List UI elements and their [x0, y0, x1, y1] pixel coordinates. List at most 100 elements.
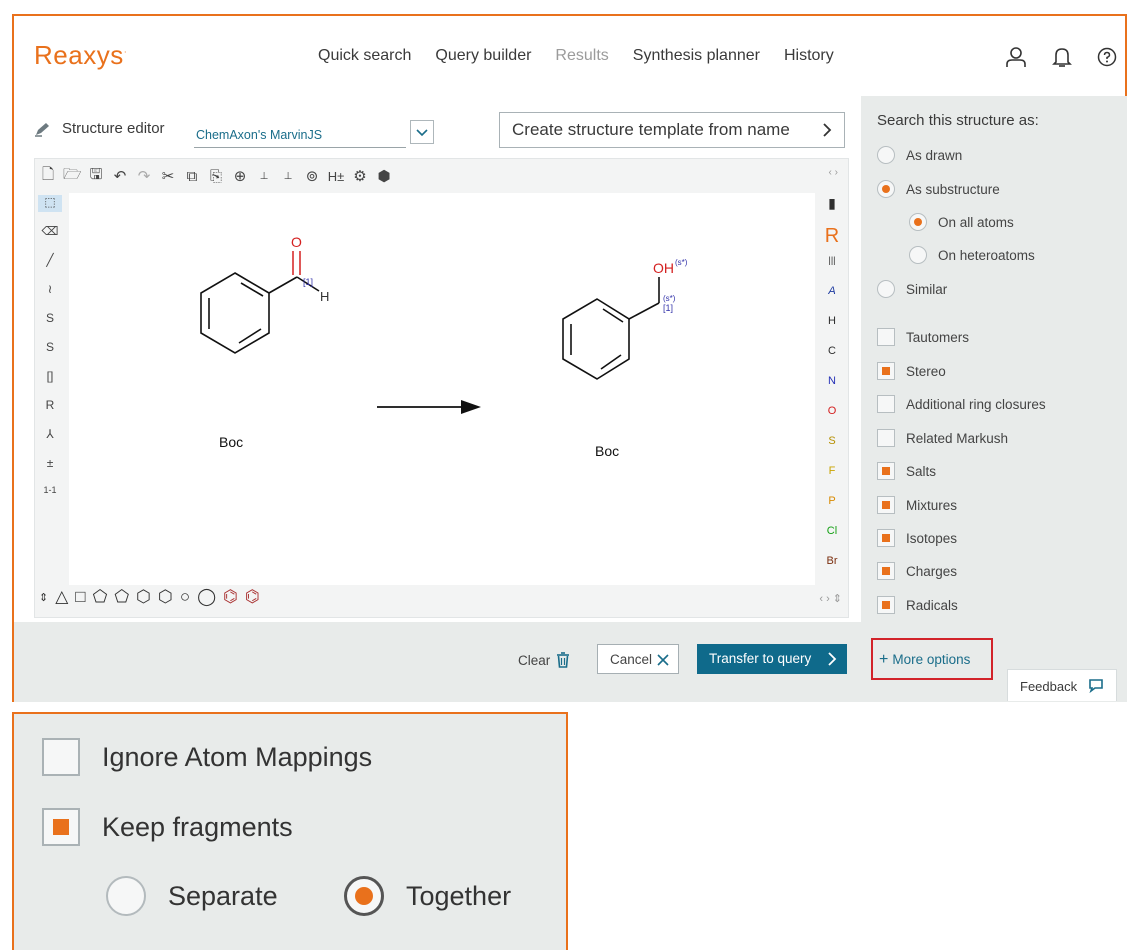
open-folder-icon[interactable]: 🗁: [63, 164, 82, 189]
option-tautomers[interactable]: Tautomers: [877, 328, 969, 346]
option-related-markush[interactable]: Related Markush: [877, 429, 1008, 447]
cyclopentadiene-icon[interactable]: ⬠: [114, 587, 129, 607]
save-icon[interactable]: 🖫: [87, 164, 105, 189]
option-isotopes[interactable]: Isotopes: [877, 529, 957, 547]
user-icon[interactable]: [1005, 46, 1027, 68]
radicals-checkbox[interactable]: [877, 596, 895, 614]
option-on-all-atoms[interactable]: On all atoms: [909, 213, 1014, 231]
element-button[interactable]: Cl: [827, 525, 837, 544]
salts-checkbox[interactable]: [877, 462, 895, 480]
option-as-substructure[interactable]: As substructure: [877, 180, 1000, 198]
stereo-checkbox[interactable]: [877, 362, 895, 380]
similar-radio[interactable]: [877, 280, 895, 298]
rgroup-tool-icon[interactable]: R: [46, 398, 55, 415]
chevron-down-icon[interactable]: [410, 120, 434, 144]
element-button[interactable]: A: [828, 285, 835, 304]
clean-icon[interactable]: ⊚: [303, 167, 321, 185]
expand-arrows-icon[interactable]: ‹ ›: [829, 167, 838, 178]
cyclobutane-icon[interactable]: □: [75, 587, 85, 607]
bell-icon[interactable]: [1051, 46, 1073, 68]
option-on-heteroatoms[interactable]: On heteroatoms: [909, 246, 1035, 264]
element-button[interactable]: F: [829, 465, 836, 484]
nav-quick-search[interactable]: Quick search: [318, 47, 411, 65]
info-icon[interactable]: ⬢: [375, 167, 393, 185]
create-template-button[interactable]: Create structure template from name: [499, 112, 845, 148]
option-keep-fragments[interactable]: Keep fragments: [42, 808, 293, 846]
hydrogen-toggle-icon[interactable]: H±: [327, 169, 345, 184]
cancel-button[interactable]: Cancel: [597, 644, 679, 674]
option-stereo[interactable]: Stereo: [877, 362, 946, 380]
bicyclic-ring-icon[interactable]: ⌬: [223, 587, 238, 607]
mapping-tool-icon[interactable]: 1-1: [43, 485, 56, 502]
together-radio[interactable]: [344, 876, 384, 916]
option-mixtures[interactable]: Mixtures: [877, 496, 957, 514]
rotate-2d-icon[interactable]: ⊥: [255, 171, 273, 182]
transfer-to-query-button[interactable]: Transfer to query: [697, 644, 847, 674]
nav-results[interactable]: Results: [555, 47, 608, 65]
bridged-ring-icon[interactable]: ⌬: [245, 587, 260, 607]
option-charges[interactable]: Charges: [877, 562, 957, 580]
charge-icon[interactable]: ±: [47, 456, 54, 473]
help-icon[interactable]: [1097, 47, 1117, 67]
periodic-table-icon[interactable]: ▮: [828, 195, 836, 214]
additional-ring-closures-checkbox[interactable]: [877, 395, 895, 413]
related-markush-checkbox[interactable]: [877, 429, 895, 447]
option-as-drawn[interactable]: As drawn: [877, 146, 962, 164]
nav-synthesis-planner[interactable]: Synthesis planner: [633, 47, 760, 65]
redo-icon[interactable]: ↷: [135, 167, 153, 185]
mixtures-checkbox[interactable]: [877, 496, 895, 514]
ring-scroll-icon[interactable]: ‹ › ⇕: [819, 592, 842, 605]
keep-fragments-checkbox[interactable]: [42, 808, 80, 846]
option-radicals[interactable]: Radicals: [877, 596, 958, 614]
isotope-icon[interactable]: |||: [828, 255, 835, 274]
element-button[interactable]: H: [828, 315, 836, 334]
element-button[interactable]: P: [828, 495, 835, 514]
element-button[interactable]: Br: [827, 555, 838, 574]
cut-icon[interactable]: ✂: [159, 167, 177, 185]
ignore-atom-mappings-checkbox[interactable]: [42, 738, 80, 776]
benzene-icon[interactable]: ⬡: [158, 587, 173, 607]
clear-button[interactable]: Clear: [518, 652, 570, 668]
single-bond-icon[interactable]: ╱: [46, 253, 53, 270]
element-button[interactable]: S: [828, 435, 835, 454]
element-button[interactable]: R: [825, 225, 839, 247]
sgroup-tool-icon[interactable]: S: [46, 311, 54, 328]
isotopes-checkbox[interactable]: [877, 529, 895, 547]
editor-engine-select[interactable]: ChemAxon's MarvinJS: [194, 120, 434, 148]
more-options-button[interactable]: + More options: [871, 638, 993, 680]
feedback-button[interactable]: Feedback: [1007, 669, 1117, 701]
bracket-tool-icon[interactable]: []: [47, 369, 54, 386]
nav-query-builder[interactable]: Query builder: [435, 47, 531, 65]
rotate-3d-icon[interactable]: ⊥: [279, 171, 297, 182]
drawing-canvas[interactable]: O [1] H Boc OH (s*) (s*) [1] Boc: [69, 193, 815, 585]
option-additional-ring-closures[interactable]: Additional ring closures: [877, 395, 1046, 413]
paste-icon[interactable]: ⎘: [207, 168, 225, 185]
element-button[interactable]: C: [828, 345, 836, 364]
on-all-atoms-radio[interactable]: [909, 213, 927, 231]
as-substructure-radio[interactable]: [877, 180, 895, 198]
chain-icon[interactable]: ≀: [48, 282, 53, 299]
option-salts[interactable]: Salts: [877, 462, 936, 480]
sgroup-lock-icon[interactable]: S: [46, 340, 54, 357]
cyclopropane-icon[interactable]: △: [55, 587, 68, 607]
tautomers-checkbox[interactable]: [877, 328, 895, 346]
nav-history[interactable]: History: [784, 47, 834, 65]
eraser-icon[interactable]: ⌫: [42, 224, 59, 241]
cycloheptane-icon[interactable]: ○: [180, 587, 190, 607]
option-ignore-atom-mappings[interactable]: Ignore Atom Mappings: [42, 738, 372, 776]
cyclopentane-icon[interactable]: ⬠: [93, 587, 108, 607]
element-button[interactable]: O: [828, 405, 837, 424]
undo-icon[interactable]: ↶: [111, 167, 129, 185]
cyclohexane-icon[interactable]: ⬡: [136, 587, 151, 607]
cyclooctane-icon[interactable]: ◯: [197, 587, 216, 607]
separate-radio[interactable]: [106, 876, 146, 916]
option-similar[interactable]: Similar: [877, 280, 947, 298]
new-document-icon[interactable]: 🗋: [39, 164, 57, 189]
option-separate[interactable]: Separate: [106, 876, 278, 916]
copy-icon[interactable]: ⧉: [183, 168, 201, 185]
zoom-icon[interactable]: ⊕: [231, 167, 249, 185]
charges-checkbox[interactable]: [877, 562, 895, 580]
scroll-arrows-icon[interactable]: ⇕: [39, 591, 48, 604]
reaxys-logo[interactable]: Reaxys·: [34, 40, 127, 71]
element-button[interactable]: N: [828, 375, 836, 394]
